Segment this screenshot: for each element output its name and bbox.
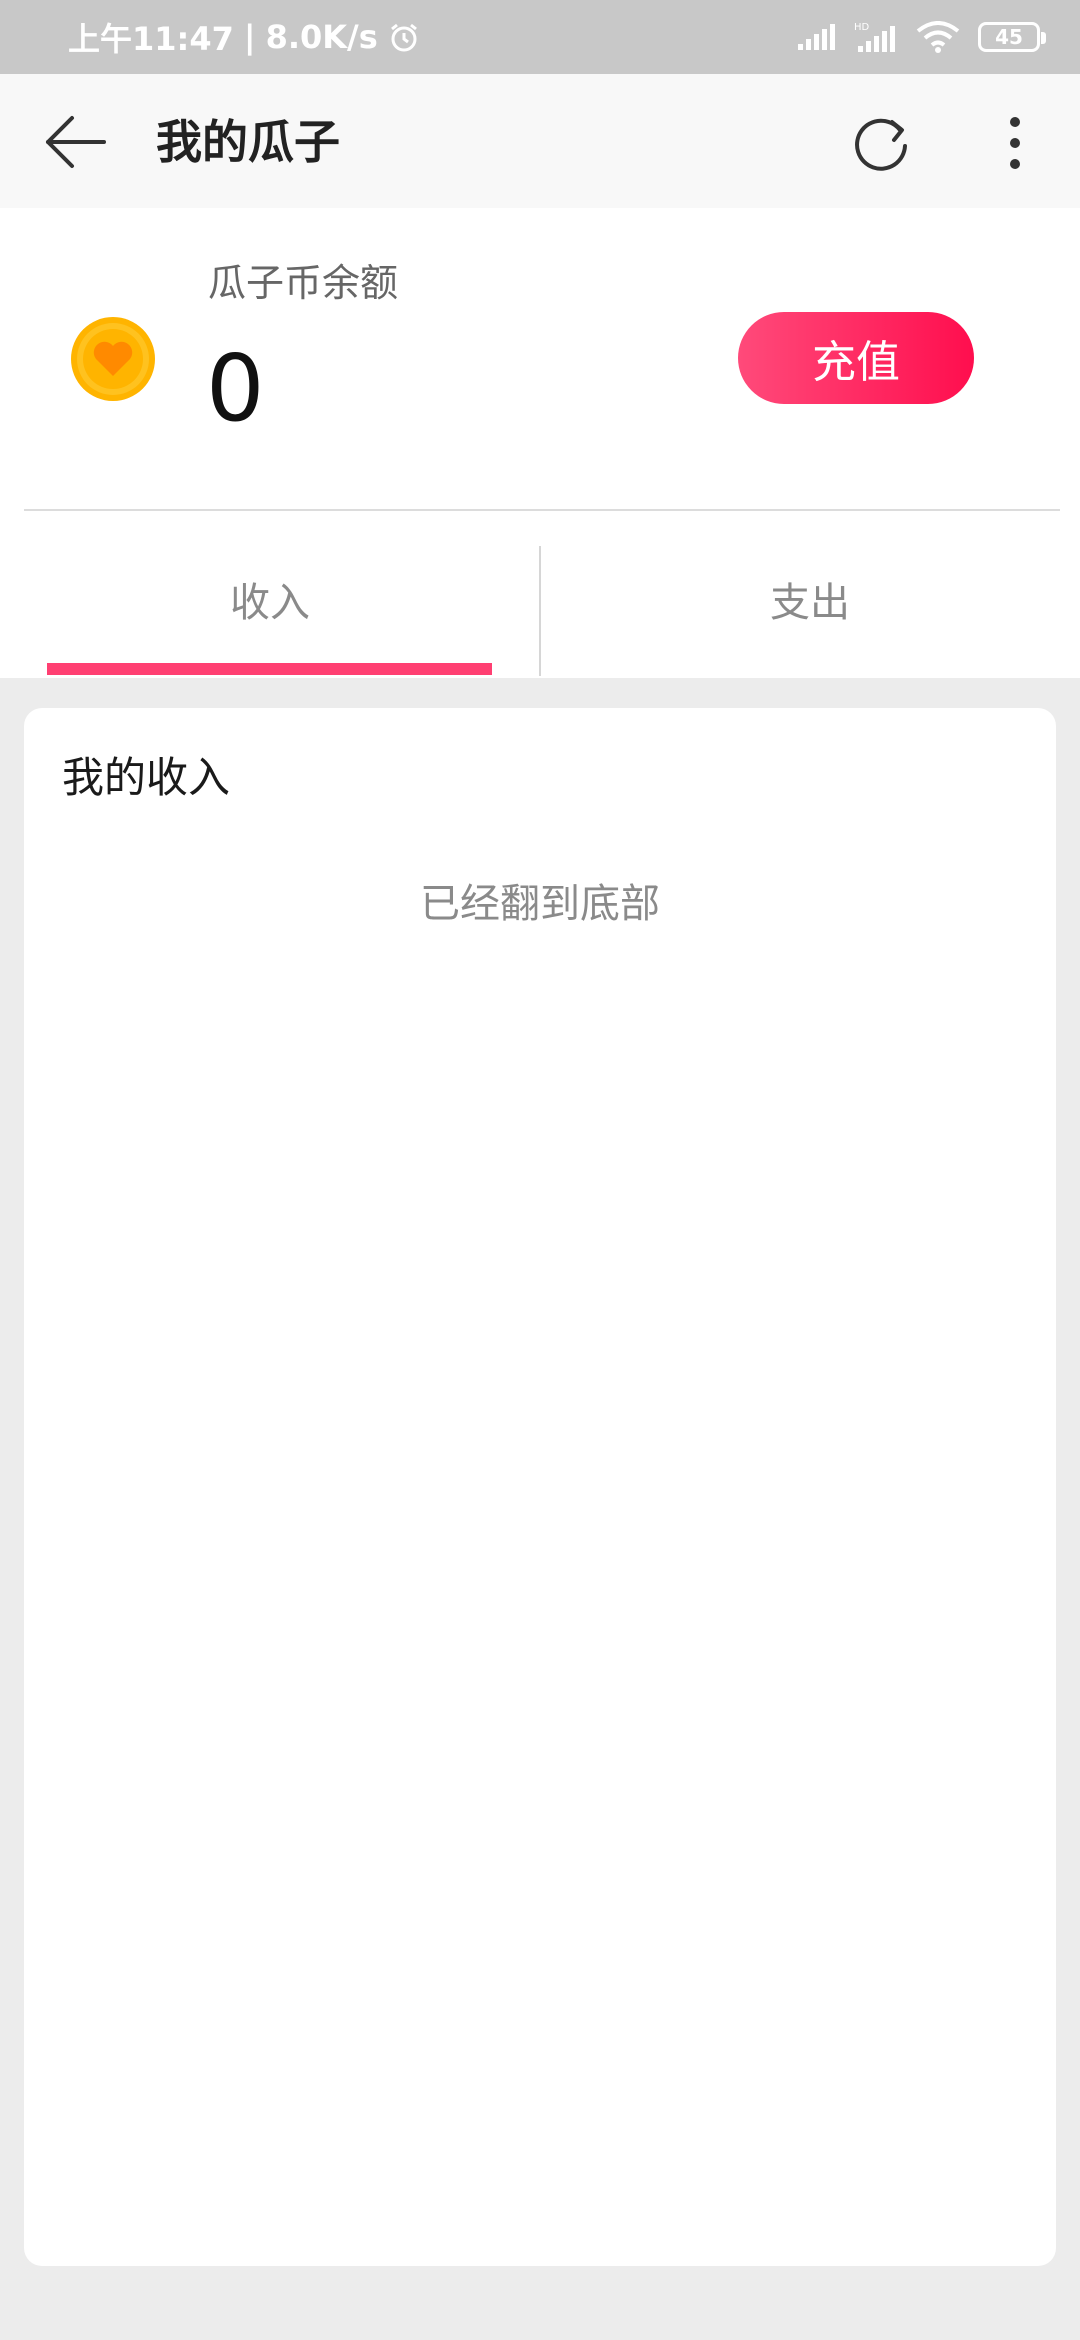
back-button[interactable] — [42, 110, 112, 174]
balance-value: 0 — [206, 335, 265, 442]
tab-income[interactable]: 收入 — [0, 544, 540, 670]
toolbar: 我的瓜子 — [0, 74, 1080, 208]
status-right: HD 45 — [796, 20, 1046, 54]
divider — [24, 509, 1060, 511]
balance-section: 瓜子币余额 0 充值 收入 支出 — [0, 208, 1080, 678]
refresh-icon — [855, 118, 907, 171]
page-title: 我的瓜子 — [156, 115, 340, 169]
tab-income-label: 收入 — [230, 580, 310, 626]
recharge-button[interactable]: 充值 — [738, 312, 974, 404]
signal-icon — [798, 24, 835, 50]
status-left: 上午11:47 | 8.0K/s — [68, 14, 420, 60]
tab-expense[interactable]: 支出 — [540, 544, 1080, 670]
more-options-button[interactable] — [1000, 110, 1030, 176]
income-list-card[interactable]: 我的收入 已经翻到底部 — [24, 708, 1056, 2266]
back-arrow-icon — [46, 116, 106, 168]
coin-heart-icon — [71, 317, 155, 401]
svg-text:HD: HD — [854, 22, 870, 33]
more-vert-icon — [1010, 117, 1020, 169]
tab-expense-label: 支出 — [770, 580, 850, 626]
balance-label: 瓜子币余额 — [208, 261, 399, 305]
hd-signal-icon: HD — [854, 22, 895, 52]
status-speed: 8.0K/s — [265, 18, 378, 56]
battery-icon: 45 — [978, 22, 1046, 52]
card-title: 我的收入 — [62, 753, 231, 802]
status-bar: 上午11:47 | 8.0K/s HD 45 — [0, 0, 1080, 74]
alarm-icon — [390, 23, 417, 52]
status-separator: | — [243, 18, 256, 56]
end-of-list-message: 已经翻到底部 — [420, 881, 660, 927]
refresh-button[interactable] — [848, 110, 914, 176]
active-tab-indicator — [47, 663, 492, 675]
wifi-icon — [916, 21, 960, 53]
status-time: 上午11:47 — [68, 20, 234, 58]
battery-level: 45 — [995, 25, 1023, 49]
